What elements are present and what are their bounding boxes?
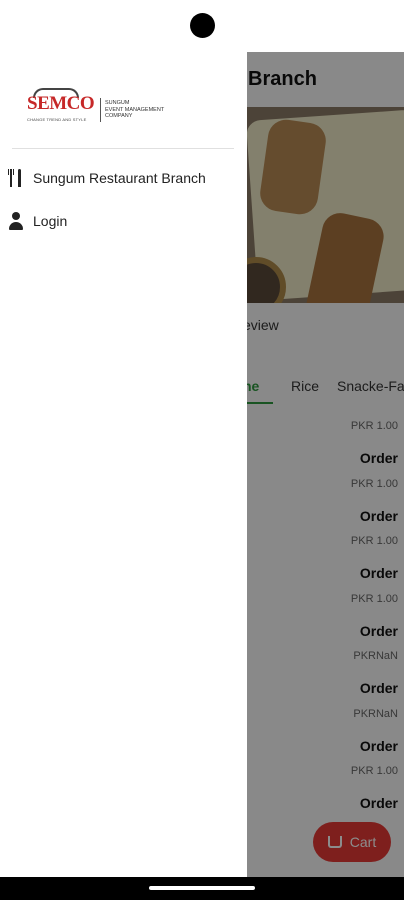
drawer-item-login[interactable]: Login [0,201,247,241]
system-navigation-bar [0,877,404,900]
drawer-item-restaurant-branch[interactable]: Sungum Restaurant Branch [0,158,247,198]
logo-mark: SEMCO [27,93,95,114]
logo-company-name: SUNGUM EVENT MANAGEMENT COMPANY [105,100,165,119]
camera-cutout [190,13,215,38]
person-icon [8,212,24,230]
status-bar [0,0,404,52]
home-gesture-handle[interactable] [149,886,255,890]
drawer-item-label: Sungum Restaurant Branch [33,170,206,186]
company-logo: SEMCO CHANGE TREND AND STYLE SUNGUM EVEN… [27,88,187,128]
drawer-item-label: Login [33,213,68,229]
logo-divider [100,98,101,122]
drawer-divider [12,148,234,149]
logo-tagline: CHANGE TREND AND STYLE [27,117,87,122]
navigation-drawer: SEMCO CHANGE TREND AND STYLE SUNGUM EVEN… [0,52,247,877]
fork-knife-icon [8,169,24,187]
